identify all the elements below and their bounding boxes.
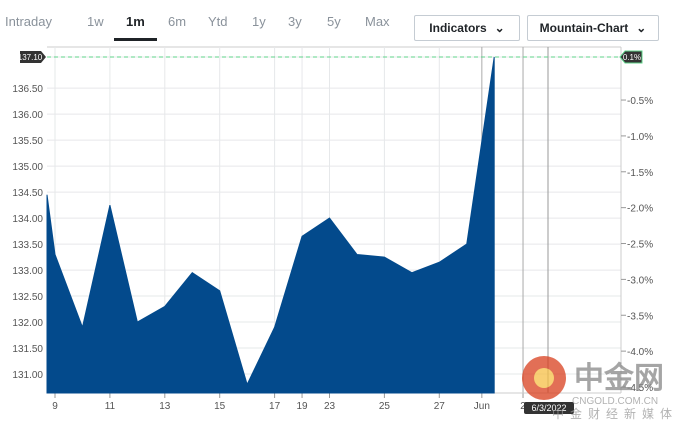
y-tick-label: 132.00: [12, 318, 43, 329]
y-tick-label: 133.00: [12, 266, 43, 277]
right-tick-label: -0.5%: [627, 96, 653, 107]
right-tick-label: -1.5%: [627, 168, 653, 179]
x-tick-label: 13: [159, 401, 171, 412]
x-tick-label: 15: [214, 401, 226, 412]
x-tick-label: 23: [324, 401, 336, 412]
y-tick-label: 132.50: [12, 292, 43, 303]
right-tick-label: -4.0%: [627, 347, 653, 358]
y-tick-label: 134.50: [12, 188, 43, 199]
x-tick-label: 9: [52, 401, 58, 412]
y-tick-label: 133.50: [12, 240, 43, 251]
y-tick-label: 135.50: [12, 136, 43, 147]
right-tick-label: -4.5%: [627, 383, 653, 394]
last-pct-label: 0.1%: [623, 53, 641, 62]
mountain-area: [46, 56, 495, 394]
right-tick-label: -2.0%: [627, 204, 653, 215]
y-tick-label: 136.50: [12, 84, 43, 95]
x-tick-label: 11: [105, 401, 116, 412]
right-tick-label: -2.5%: [627, 240, 653, 251]
date-tooltip: 6/3/2022: [531, 403, 566, 413]
x-tick-label: 25: [379, 401, 391, 412]
price-chart[interactable]: 136.50 136.00 135.50 135.00 134.50 134.00 133.…: [0, 0, 680, 429]
y-tick-label: 134.00: [12, 214, 43, 225]
right-tick-label: -3.0%: [627, 275, 653, 286]
x-tick-label: Jun: [474, 401, 490, 412]
x-tick-label: 27: [434, 401, 446, 412]
x-tick-label: 19: [296, 401, 308, 412]
right-tick-label: -3.5%: [627, 311, 653, 322]
y-tick-label: 135.00: [12, 162, 43, 173]
y-tick-label: 131.50: [12, 344, 43, 355]
right-tick-label: -1.0%: [627, 132, 653, 143]
y-tick-label: 136.00: [12, 110, 43, 121]
x-tick-label: 17: [269, 401, 281, 412]
last-price-label: 137.10: [18, 53, 43, 62]
y-tick-label: 131.00: [12, 370, 43, 381]
